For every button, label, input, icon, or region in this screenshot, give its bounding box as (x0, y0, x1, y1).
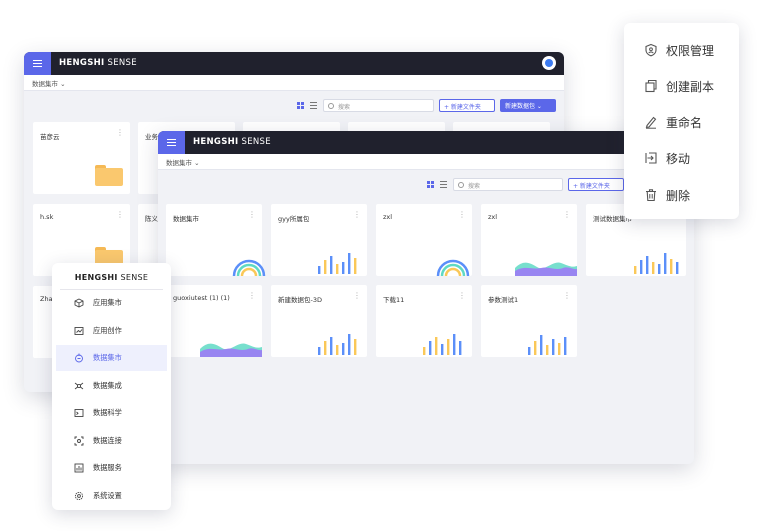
side-menu-item-data-service[interactable]: 数据服务 (56, 455, 167, 481)
more-icon[interactable]: ⋮ (248, 292, 256, 300)
folder-icon (95, 165, 123, 186)
hamburger-icon (167, 141, 176, 144)
front-subbar: 数据集市 ⌄ (158, 154, 694, 170)
copy-icon (645, 79, 657, 93)
more-icon[interactable]: ⋮ (458, 292, 466, 300)
move-icon (645, 152, 657, 164)
back-search-input[interactable]: 搜索 (323, 99, 434, 112)
gear-icon (74, 491, 84, 501)
more-icon[interactable]: ⋮ (116, 211, 124, 219)
more-icon[interactable]: ⋮ (353, 292, 361, 300)
ctx-create-copy[interactable]: 创建副本 (624, 68, 739, 104)
ctx-rename[interactable]: 重命名 (624, 104, 739, 140)
front-titlebar: HENGSHI SENSE (158, 131, 694, 154)
grid-view-icon[interactable] (297, 102, 304, 109)
list-view-icon[interactable] (440, 181, 447, 189)
front-search-input[interactable]: 搜索 (453, 178, 563, 191)
bars-thumbnail (318, 253, 357, 274)
side-menu-item-app-create[interactable]: 应用创作 (56, 318, 167, 344)
back-subbar: 数据集市 ⌄ (24, 75, 564, 91)
search-icon (458, 182, 464, 188)
dataset-card[interactable]: 数据集市 ⋮ (166, 204, 266, 276)
bars-thumbnail (634, 253, 679, 274)
area-thumbnail (200, 343, 262, 357)
avatar[interactable] (542, 56, 556, 70)
dataset-card[interactable]: guoxiutest (1) (1) ⋮ (166, 285, 262, 357)
back-new-folder-button[interactable]: + 新建文件夹 (439, 99, 495, 112)
pencil-icon (645, 116, 657, 129)
bars-thumbnail (423, 334, 462, 355)
data-market-icon (75, 353, 83, 363)
trash-icon (646, 189, 656, 202)
side-menu-item-app-market[interactable]: 应用集市 (56, 290, 167, 316)
front-window: HENGSHI SENSE 数据集市 ⌄ 搜索 + 新建文件夹 数据集市 ⋮ gy… (158, 131, 694, 464)
search-icon (328, 103, 334, 109)
dataset-card[interactable]: 新建数据包-3D ⋮ (271, 285, 367, 357)
chart-window-icon (74, 327, 84, 335)
side-menu-brand: HENGSHI SENSE (74, 273, 149, 282)
front-new-folder-button[interactable]: + 新建文件夹 (568, 178, 624, 191)
side-menu-item-data-science[interactable]: 数据科学 (56, 400, 167, 426)
back-menu-button[interactable] (24, 52, 51, 75)
front-menu-button[interactable] (158, 131, 185, 154)
more-icon[interactable]: ⋮ (563, 292, 571, 300)
cube-icon (74, 298, 84, 308)
hamburger-icon (33, 62, 42, 65)
connection-icon (74, 436, 84, 446)
rainbow-thumbnail (232, 259, 266, 276)
front-breadcrumb[interactable]: 数据集市 ⌄ (166, 157, 200, 167)
ctx-move[interactable]: 移动 (624, 140, 739, 176)
side-menu-panel: HENGSHI SENSE 应用集市 应用创作 数据集市 数据集成 数据科学 数… (52, 263, 171, 510)
dataset-card[interactable]: 参数测试1 ⋮ (481, 285, 577, 357)
back-breadcrumb[interactable]: 数据集市 ⌄ (32, 78, 66, 88)
rainbow-thumbnail (436, 259, 470, 276)
context-menu: 权限管理 创建副本 重命名 移动 删除 (624, 23, 739, 219)
dataset-card[interactable]: zxl ⋮ (376, 204, 472, 276)
bar-chart-icon (74, 463, 84, 473)
ctx-delete[interactable]: 删除 (624, 177, 739, 213)
side-menu-item-system-settings[interactable]: 系统设置 (56, 483, 167, 509)
side-menu-item-data-market[interactable]: 数据集市 (56, 345, 167, 371)
bars-thumbnail (528, 335, 567, 355)
list-view-icon[interactable] (310, 102, 317, 110)
dataset-card[interactable]: 下载11 ⋮ (376, 285, 472, 357)
back-brand: HENGSHI SENSE (59, 58, 137, 68)
terminal-icon (74, 409, 84, 417)
back-titlebar: HENGSHI SENSE (24, 52, 564, 75)
front-brand: HENGSHI SENSE (193, 137, 271, 147)
area-thumbnail (515, 262, 577, 276)
more-icon[interactable]: ⋮ (458, 211, 466, 219)
new-dataset-button[interactable]: 新建数据包 ⌄ (500, 99, 556, 112)
more-icon[interactable]: ⋮ (563, 211, 571, 219)
bars-thumbnail (318, 334, 357, 355)
more-icon[interactable]: ⋮ (248, 211, 256, 219)
more-icon[interactable]: ⋮ (353, 211, 361, 219)
side-menu-item-data-connection[interactable]: 数据连接 (56, 428, 167, 454)
back-card[interactable]: 苗彦云 ⋮ (33, 122, 130, 194)
dataset-card[interactable]: zxl ⋮ (481, 204, 577, 276)
dataset-card[interactable]: gyy所属包 ⋮ (271, 204, 367, 276)
shield-icon (645, 43, 657, 57)
integration-icon (74, 382, 84, 390)
more-icon[interactable]: ⋮ (116, 129, 124, 137)
side-menu-item-data-integration[interactable]: 数据集成 (56, 373, 167, 399)
grid-view-icon[interactable] (427, 181, 434, 188)
ctx-permission-management[interactable]: 权限管理 (624, 32, 739, 68)
